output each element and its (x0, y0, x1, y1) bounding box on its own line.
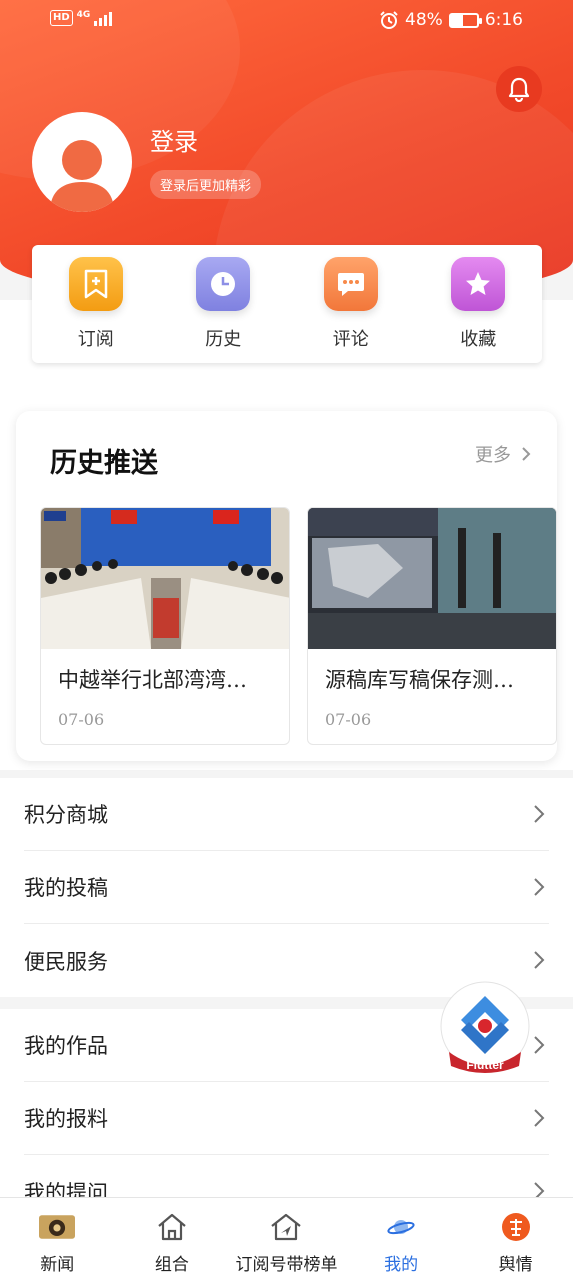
menu-item-label: 我的报料 (24, 1107, 108, 1131)
tab-subscription-ranking[interactable]: 订阅号带榜单 (229, 1198, 344, 1277)
quick-action-label: 评论 (332, 329, 369, 350)
quick-action-favorite[interactable]: 收藏 (423, 257, 533, 351)
bottom-tab-bar: 新闻 组合 订阅号带榜单 我的 舆情 (0, 1197, 573, 1277)
bookmark-plus-icon (68, 257, 123, 311)
battery-icon (448, 12, 482, 28)
quick-actions-card: 订阅 历史 评论 收藏 (32, 245, 542, 363)
signal-icon (94, 10, 113, 26)
quick-action-history[interactable]: 历史 (168, 257, 278, 351)
history-news-item[interactable]: 源稿库写稿保存测… 07-06 (307, 507, 557, 745)
send-icon (268, 1210, 304, 1244)
quick-action-label: 收藏 (460, 329, 497, 350)
hd-badge: HD (50, 10, 73, 26)
bell-icon (508, 77, 530, 102)
menu-item-my-reports[interactable]: 我的报料 (24, 1082, 549, 1155)
more-label: 更多 (475, 445, 511, 466)
menu-item-label: 我的投稿 (24, 876, 108, 900)
login-hint: 登录后更加精彩 (150, 170, 262, 199)
news-icon (39, 1210, 76, 1244)
chevron-right-icon (534, 878, 545, 896)
history-title: 历史推送 (50, 448, 158, 479)
alarm-icon (380, 11, 398, 29)
status-left: HD 4G (50, 10, 113, 26)
chevron-right-icon (534, 1036, 545, 1054)
login-label[interactable]: 登录 (150, 122, 198, 157)
battery-percent: 48% (405, 10, 443, 30)
user-avatar-icon (50, 140, 114, 212)
news-title: 中越举行北部湾湾… (58, 668, 247, 692)
flutter-label: Flutter (466, 1058, 504, 1072)
tab-public-opinion[interactable]: 舆情 (458, 1198, 573, 1277)
hot-icon (498, 1210, 534, 1244)
chevron-right-icon (534, 805, 545, 823)
meeting-photo (41, 508, 289, 649)
menu-item-points-mall[interactable]: 积分商城 (24, 778, 549, 851)
clock-time: 6:16 (484, 10, 523, 30)
flutter-logo-icon: Flutter (440, 981, 530, 1073)
menu-item-label: 积分商城 (24, 803, 108, 827)
news-date: 07-06 (58, 710, 105, 729)
history-push-card: 历史推送 更多 中越举行北部湾湾… 07-06 源稿库写稿保存测… 07-06 (16, 411, 557, 761)
tab-news[interactable]: 新闻 (0, 1198, 115, 1277)
history-news-item[interactable]: 中越举行北部湾湾… 07-06 (40, 507, 290, 745)
menu-item-label: 我的作品 (24, 1034, 108, 1058)
quick-action-label: 历史 (205, 329, 242, 350)
tab-label: 订阅号带榜单 (235, 1255, 338, 1275)
tab-label: 新闻 (40, 1255, 75, 1275)
quick-action-subscribe[interactable]: 订阅 (41, 257, 151, 351)
clock-icon (196, 257, 251, 311)
avatar[interactable] (32, 112, 132, 212)
network-type: 4G (76, 10, 91, 20)
menu-group: 积分商城 我的投稿 便民服务 (0, 778, 573, 997)
status-bar: HD 4G 48% 6:16 (0, 0, 573, 44)
menu-item-label: 便民服务 (24, 949, 108, 974)
quick-action-label: 订阅 (77, 329, 114, 350)
chevron-right-icon (522, 447, 531, 461)
quick-action-comment[interactable]: 评论 (296, 257, 406, 351)
menu-item-my-submissions[interactable]: 我的投稿 (24, 851, 549, 924)
comment-icon (323, 257, 378, 311)
history-more-link[interactable]: 更多 (475, 441, 531, 467)
planet-icon (383, 1210, 419, 1244)
tab-mine[interactable]: 我的 (344, 1198, 459, 1277)
tab-label: 舆情 (498, 1255, 533, 1275)
notification-button[interactable] (496, 66, 542, 112)
news-date: 07-06 (325, 710, 372, 729)
flutter-floating-badge[interactable]: Flutter (439, 980, 531, 1076)
tab-label: 我的 (384, 1255, 419, 1275)
status-right: 48% 6:16 (379, 10, 523, 30)
tab-combination[interactable]: 组合 (115, 1198, 230, 1277)
tab-label: 组合 (154, 1255, 189, 1275)
chevron-right-icon (534, 1109, 545, 1127)
home-icon (154, 1210, 190, 1244)
star-icon (451, 257, 506, 311)
exhibition-photo (308, 508, 556, 649)
news-title: 源稿库写稿保存测… (325, 668, 514, 692)
chevron-right-icon (534, 951, 545, 969)
